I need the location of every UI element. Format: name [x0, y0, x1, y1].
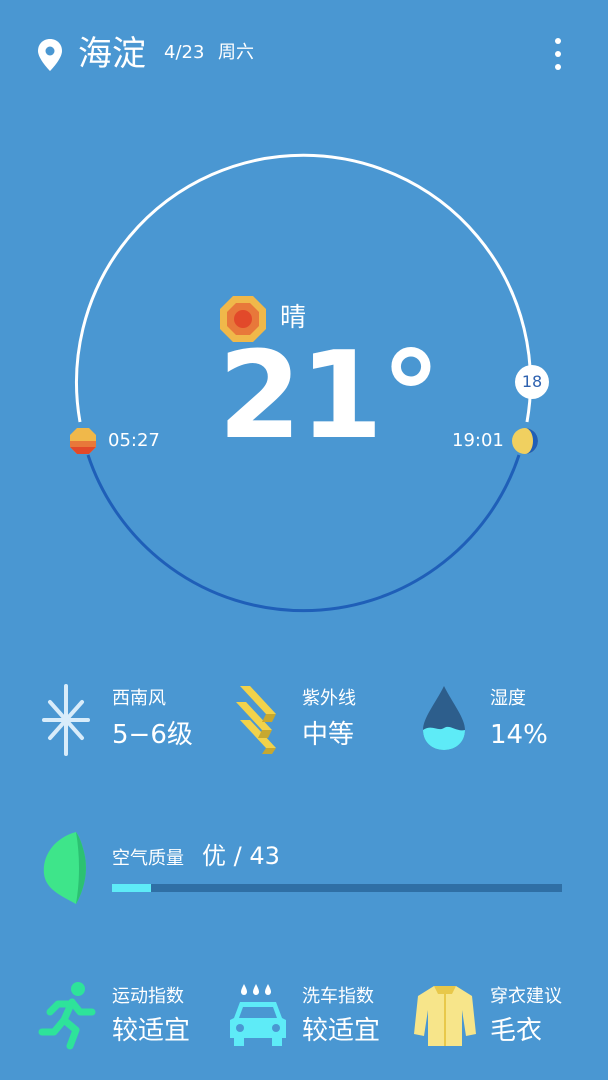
- humidity-value: 14%: [490, 720, 548, 750]
- sunrise-time: 05:27: [108, 430, 160, 451]
- dressing-index[interactable]: 穿衣建议 毛衣: [412, 980, 592, 1060]
- air-quality-bar: [112, 884, 562, 892]
- city-name[interactable]: 海淀: [78, 32, 146, 76]
- air-quality-bar-fill: [112, 884, 151, 892]
- air-quality-value: 优 / 43: [202, 842, 280, 870]
- weekday-label: 周六: [218, 42, 254, 63]
- car-wash-icon: [230, 984, 286, 1046]
- location-pin-icon[interactable]: [36, 38, 64, 72]
- sweater-icon: [414, 986, 476, 1046]
- air-quality-section[interactable]: 空气质量 优 / 43: [0, 826, 608, 916]
- dressing-label: 穿衣建议: [490, 986, 562, 1007]
- exercise-index[interactable]: 运动指数 较适宜: [36, 980, 206, 1060]
- sunrise-icon: [70, 428, 96, 454]
- humidity-icon: [423, 686, 465, 750]
- wind-icon: [42, 684, 90, 756]
- leaf-icon: [43, 832, 86, 904]
- car-wash-index[interactable]: 洗车指数 较适宜: [226, 980, 396, 1060]
- sunset-time: 19:01: [452, 430, 504, 451]
- hour-badge: 18: [515, 365, 549, 399]
- wind-metric[interactable]: 西南风 5−6级: [42, 684, 212, 764]
- wind-value: 5−6级: [112, 720, 193, 750]
- running-icon: [38, 982, 96, 1050]
- car-wash-value: 较适宜: [302, 1016, 381, 1046]
- uv-icon: [236, 686, 276, 754]
- car-wash-label: 洗车指数: [302, 986, 374, 1007]
- more-options-icon[interactable]: [540, 34, 576, 74]
- weather-dial: 晴 21° 05:27 19:01 18: [0, 140, 608, 620]
- uv-label: 紫外线: [302, 688, 356, 709]
- dressing-value: 毛衣: [490, 1016, 543, 1046]
- uv-value: 中等: [302, 720, 355, 750]
- humidity-metric[interactable]: 湿度 14%: [420, 684, 590, 764]
- exercise-value: 较适宜: [112, 1016, 191, 1046]
- uv-metric[interactable]: 紫外线 中等: [232, 684, 402, 764]
- exercise-label: 运动指数: [112, 986, 184, 1007]
- air-quality-label: 空气质量: [112, 848, 184, 869]
- date-label: 4/23: [164, 42, 205, 63]
- weather-screen: 海淀 4/23 周六 晴 21° 05:27 19:01 18 西南风 5−6级…: [0, 0, 608, 1080]
- moon-icon: [512, 428, 538, 454]
- humidity-label: 湿度: [490, 688, 526, 709]
- temperature: 21°: [218, 327, 441, 466]
- wind-label: 西南风: [112, 688, 166, 709]
- header: 海淀 4/23 周六: [0, 0, 608, 110]
